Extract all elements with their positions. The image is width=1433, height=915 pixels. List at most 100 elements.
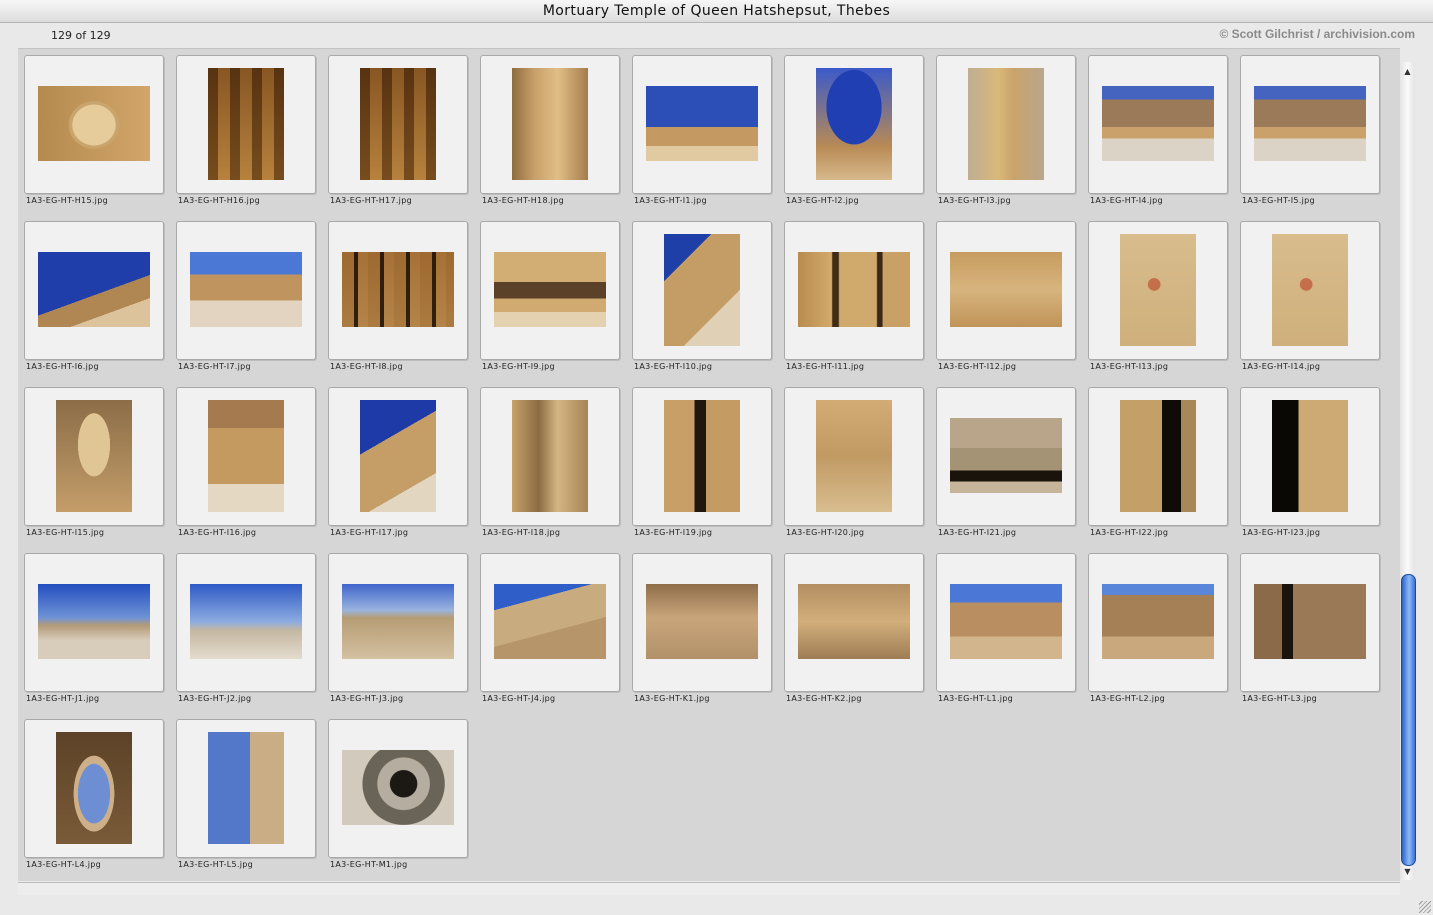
- thumbnail-image[interactable]: [968, 68, 1044, 180]
- thumbnail-item[interactable]: 1A3-EG-HT-I14.jpg: [1240, 221, 1380, 381]
- thumbnail-image[interactable]: [1102, 86, 1214, 161]
- thumbnail-image[interactable]: [360, 68, 436, 180]
- thumbnail-image[interactable]: [38, 584, 150, 659]
- thumbnail-frame[interactable]: [328, 387, 468, 526]
- thumbnail-item[interactable]: 1A3-EG-HT-J3.jpg: [328, 553, 468, 713]
- thumbnail-frame[interactable]: [632, 387, 772, 526]
- thumbnail-frame[interactable]: [1240, 221, 1380, 360]
- thumbnail-item[interactable]: 1A3-EG-HT-I17.jpg: [328, 387, 468, 547]
- thumbnail-frame[interactable]: [176, 221, 316, 360]
- thumbnail-frame[interactable]: [24, 221, 164, 360]
- thumbnail-frame[interactable]: [480, 55, 620, 194]
- thumbnail-image[interactable]: [342, 750, 454, 825]
- thumbnail-item[interactable]: 1A3-EG-HT-H17.jpg: [328, 55, 468, 215]
- thumbnail-image[interactable]: [664, 234, 740, 346]
- thumbnail-item[interactable]: 1A3-EG-HT-I11.jpg: [784, 221, 924, 381]
- thumbnail-item[interactable]: 1A3-EG-HT-I6.jpg: [24, 221, 164, 381]
- thumbnail-frame[interactable]: [1088, 55, 1228, 194]
- thumbnail-item[interactable]: 1A3-EG-HT-I7.jpg: [176, 221, 316, 381]
- thumbnail-item[interactable]: 1A3-EG-HT-J2.jpg: [176, 553, 316, 713]
- thumbnail-image[interactable]: [512, 400, 588, 512]
- thumbnail-frame[interactable]: [328, 55, 468, 194]
- thumbnail-frame[interactable]: [784, 221, 924, 360]
- thumbnail-image[interactable]: [56, 400, 132, 512]
- thumbnail-frame[interactable]: [176, 719, 316, 858]
- thumbnail-image[interactable]: [1120, 234, 1196, 346]
- thumbnail-frame[interactable]: [1240, 387, 1380, 526]
- scroll-up-arrow-icon[interactable]: ▲: [1400, 66, 1415, 78]
- thumbnail-image[interactable]: [56, 732, 132, 844]
- thumbnail-item[interactable]: 1A3-EG-HT-L2.jpg: [1088, 553, 1228, 713]
- thumbnail-item[interactable]: 1A3-EG-HT-J4.jpg: [480, 553, 620, 713]
- thumbnail-item[interactable]: 1A3-EG-HT-I16.jpg: [176, 387, 316, 547]
- thumbnail-item[interactable]: 1A3-EG-HT-I23.jpg: [1240, 387, 1380, 547]
- thumbnail-image[interactable]: [1120, 400, 1196, 512]
- thumbnail-item[interactable]: 1A3-EG-HT-I22.jpg: [1088, 387, 1228, 547]
- thumbnail-frame[interactable]: [936, 55, 1076, 194]
- thumbnail-frame[interactable]: [936, 221, 1076, 360]
- thumbnail-frame[interactable]: [784, 387, 924, 526]
- thumbnail-item[interactable]: 1A3-EG-HT-M1.jpg: [328, 719, 468, 879]
- thumbnail-frame[interactable]: [328, 553, 468, 692]
- thumbnail-image[interactable]: [1102, 584, 1214, 659]
- thumbnail-image[interactable]: [190, 252, 302, 327]
- thumbnail-image[interactable]: [1254, 584, 1366, 659]
- thumbnail-frame[interactable]: [632, 553, 772, 692]
- scroll-down-arrow-icon[interactable]: ▼: [1400, 866, 1415, 878]
- thumbnail-item[interactable]: 1A3-EG-HT-I21.jpg: [936, 387, 1076, 547]
- thumbnail-item[interactable]: 1A3-EG-HT-K1.jpg: [632, 553, 772, 713]
- thumbnail-frame[interactable]: [480, 221, 620, 360]
- thumbnail-item[interactable]: 1A3-EG-HT-I5.jpg: [1240, 55, 1380, 215]
- thumbnail-image[interactable]: [646, 86, 758, 161]
- thumbnail-item[interactable]: 1A3-EG-HT-L5.jpg: [176, 719, 316, 879]
- thumbnail-frame[interactable]: [24, 719, 164, 858]
- thumbnail-frame[interactable]: [176, 553, 316, 692]
- thumbnail-item[interactable]: 1A3-EG-HT-I2.jpg: [784, 55, 924, 215]
- thumbnail-image[interactable]: [512, 68, 588, 180]
- thumbnail-frame[interactable]: [1088, 387, 1228, 526]
- thumbnail-item[interactable]: 1A3-EG-HT-I12.jpg: [936, 221, 1076, 381]
- vertical-scrollbar[interactable]: ▲ ▼: [1400, 62, 1416, 880]
- thumbnail-frame[interactable]: [1240, 55, 1380, 194]
- thumbnail-image[interactable]: [494, 584, 606, 659]
- thumbnail-item[interactable]: 1A3-EG-HT-I18.jpg: [480, 387, 620, 547]
- thumbnail-item[interactable]: 1A3-EG-HT-I4.jpg: [1088, 55, 1228, 215]
- thumbnail-frame[interactable]: [176, 387, 316, 526]
- thumbnail-frame[interactable]: [328, 221, 468, 360]
- thumbnail-item[interactable]: 1A3-EG-HT-H15.jpg: [24, 55, 164, 215]
- thumbnail-image[interactable]: [798, 584, 910, 659]
- thumbnail-item[interactable]: 1A3-EG-HT-I20.jpg: [784, 387, 924, 547]
- thumbnail-image[interactable]: [1272, 234, 1348, 346]
- thumbnail-image[interactable]: [208, 68, 284, 180]
- thumbnail-item[interactable]: 1A3-EG-HT-K2.jpg: [784, 553, 924, 713]
- thumbnail-image[interactable]: [342, 584, 454, 659]
- thumbnail-item[interactable]: 1A3-EG-HT-I8.jpg: [328, 221, 468, 381]
- thumbnail-frame[interactable]: [24, 387, 164, 526]
- thumbnail-image[interactable]: [1272, 400, 1348, 512]
- thumbnail-item[interactable]: 1A3-EG-HT-I13.jpg: [1088, 221, 1228, 381]
- thumbnail-frame[interactable]: [1240, 553, 1380, 692]
- thumbnail-frame[interactable]: [1088, 553, 1228, 692]
- thumbnail-image[interactable]: [816, 68, 892, 180]
- thumbnail-frame[interactable]: [936, 387, 1076, 526]
- thumbnail-item[interactable]: 1A3-EG-HT-I10.jpg: [632, 221, 772, 381]
- thumbnail-image[interactable]: [38, 86, 150, 161]
- thumbnail-frame[interactable]: [480, 387, 620, 526]
- thumbnail-frame[interactable]: [328, 719, 468, 858]
- thumbnail-image[interactable]: [360, 400, 436, 512]
- thumbnail-item[interactable]: 1A3-EG-HT-L3.jpg: [1240, 553, 1380, 713]
- thumbnail-image[interactable]: [816, 400, 892, 512]
- thumbnail-item[interactable]: 1A3-EG-HT-L4.jpg: [24, 719, 164, 879]
- thumbnail-frame[interactable]: [632, 221, 772, 360]
- thumbnail-image[interactable]: [950, 584, 1062, 659]
- thumbnail-frame[interactable]: [24, 55, 164, 194]
- thumbnail-image[interactable]: [950, 418, 1062, 493]
- thumbnail-item[interactable]: 1A3-EG-HT-L1.jpg: [936, 553, 1076, 713]
- thumbnail-item[interactable]: 1A3-EG-HT-I19.jpg: [632, 387, 772, 547]
- thumbnail-item[interactable]: 1A3-EG-HT-I3.jpg: [936, 55, 1076, 215]
- thumbnail-image[interactable]: [38, 252, 150, 327]
- thumbnail-image[interactable]: [208, 400, 284, 512]
- resize-grip-icon[interactable]: [1419, 901, 1431, 913]
- thumbnail-frame[interactable]: [784, 553, 924, 692]
- thumbnail-frame[interactable]: [1088, 221, 1228, 360]
